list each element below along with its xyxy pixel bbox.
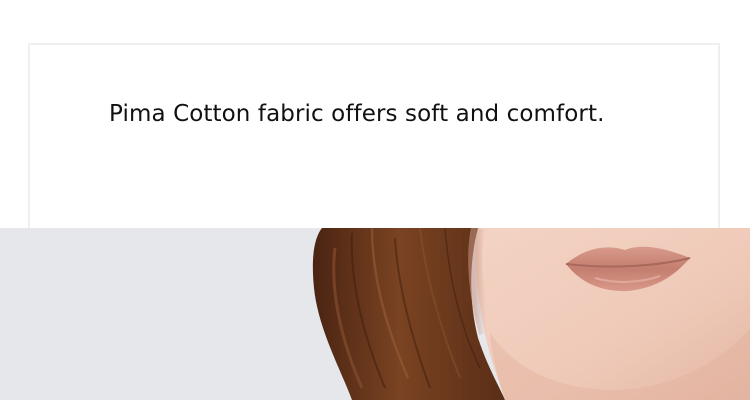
- feature-caption: Pima Cotton fabric offers soft and comfo…: [109, 101, 605, 127]
- product-photo: [0, 228, 750, 400]
- feature-text-panel: Pima Cotton fabric offers soft and comfo…: [28, 43, 720, 243]
- product-detail-page: Pima Cotton fabric offers soft and comfo…: [0, 0, 750, 400]
- model-face-image: [0, 228, 750, 400]
